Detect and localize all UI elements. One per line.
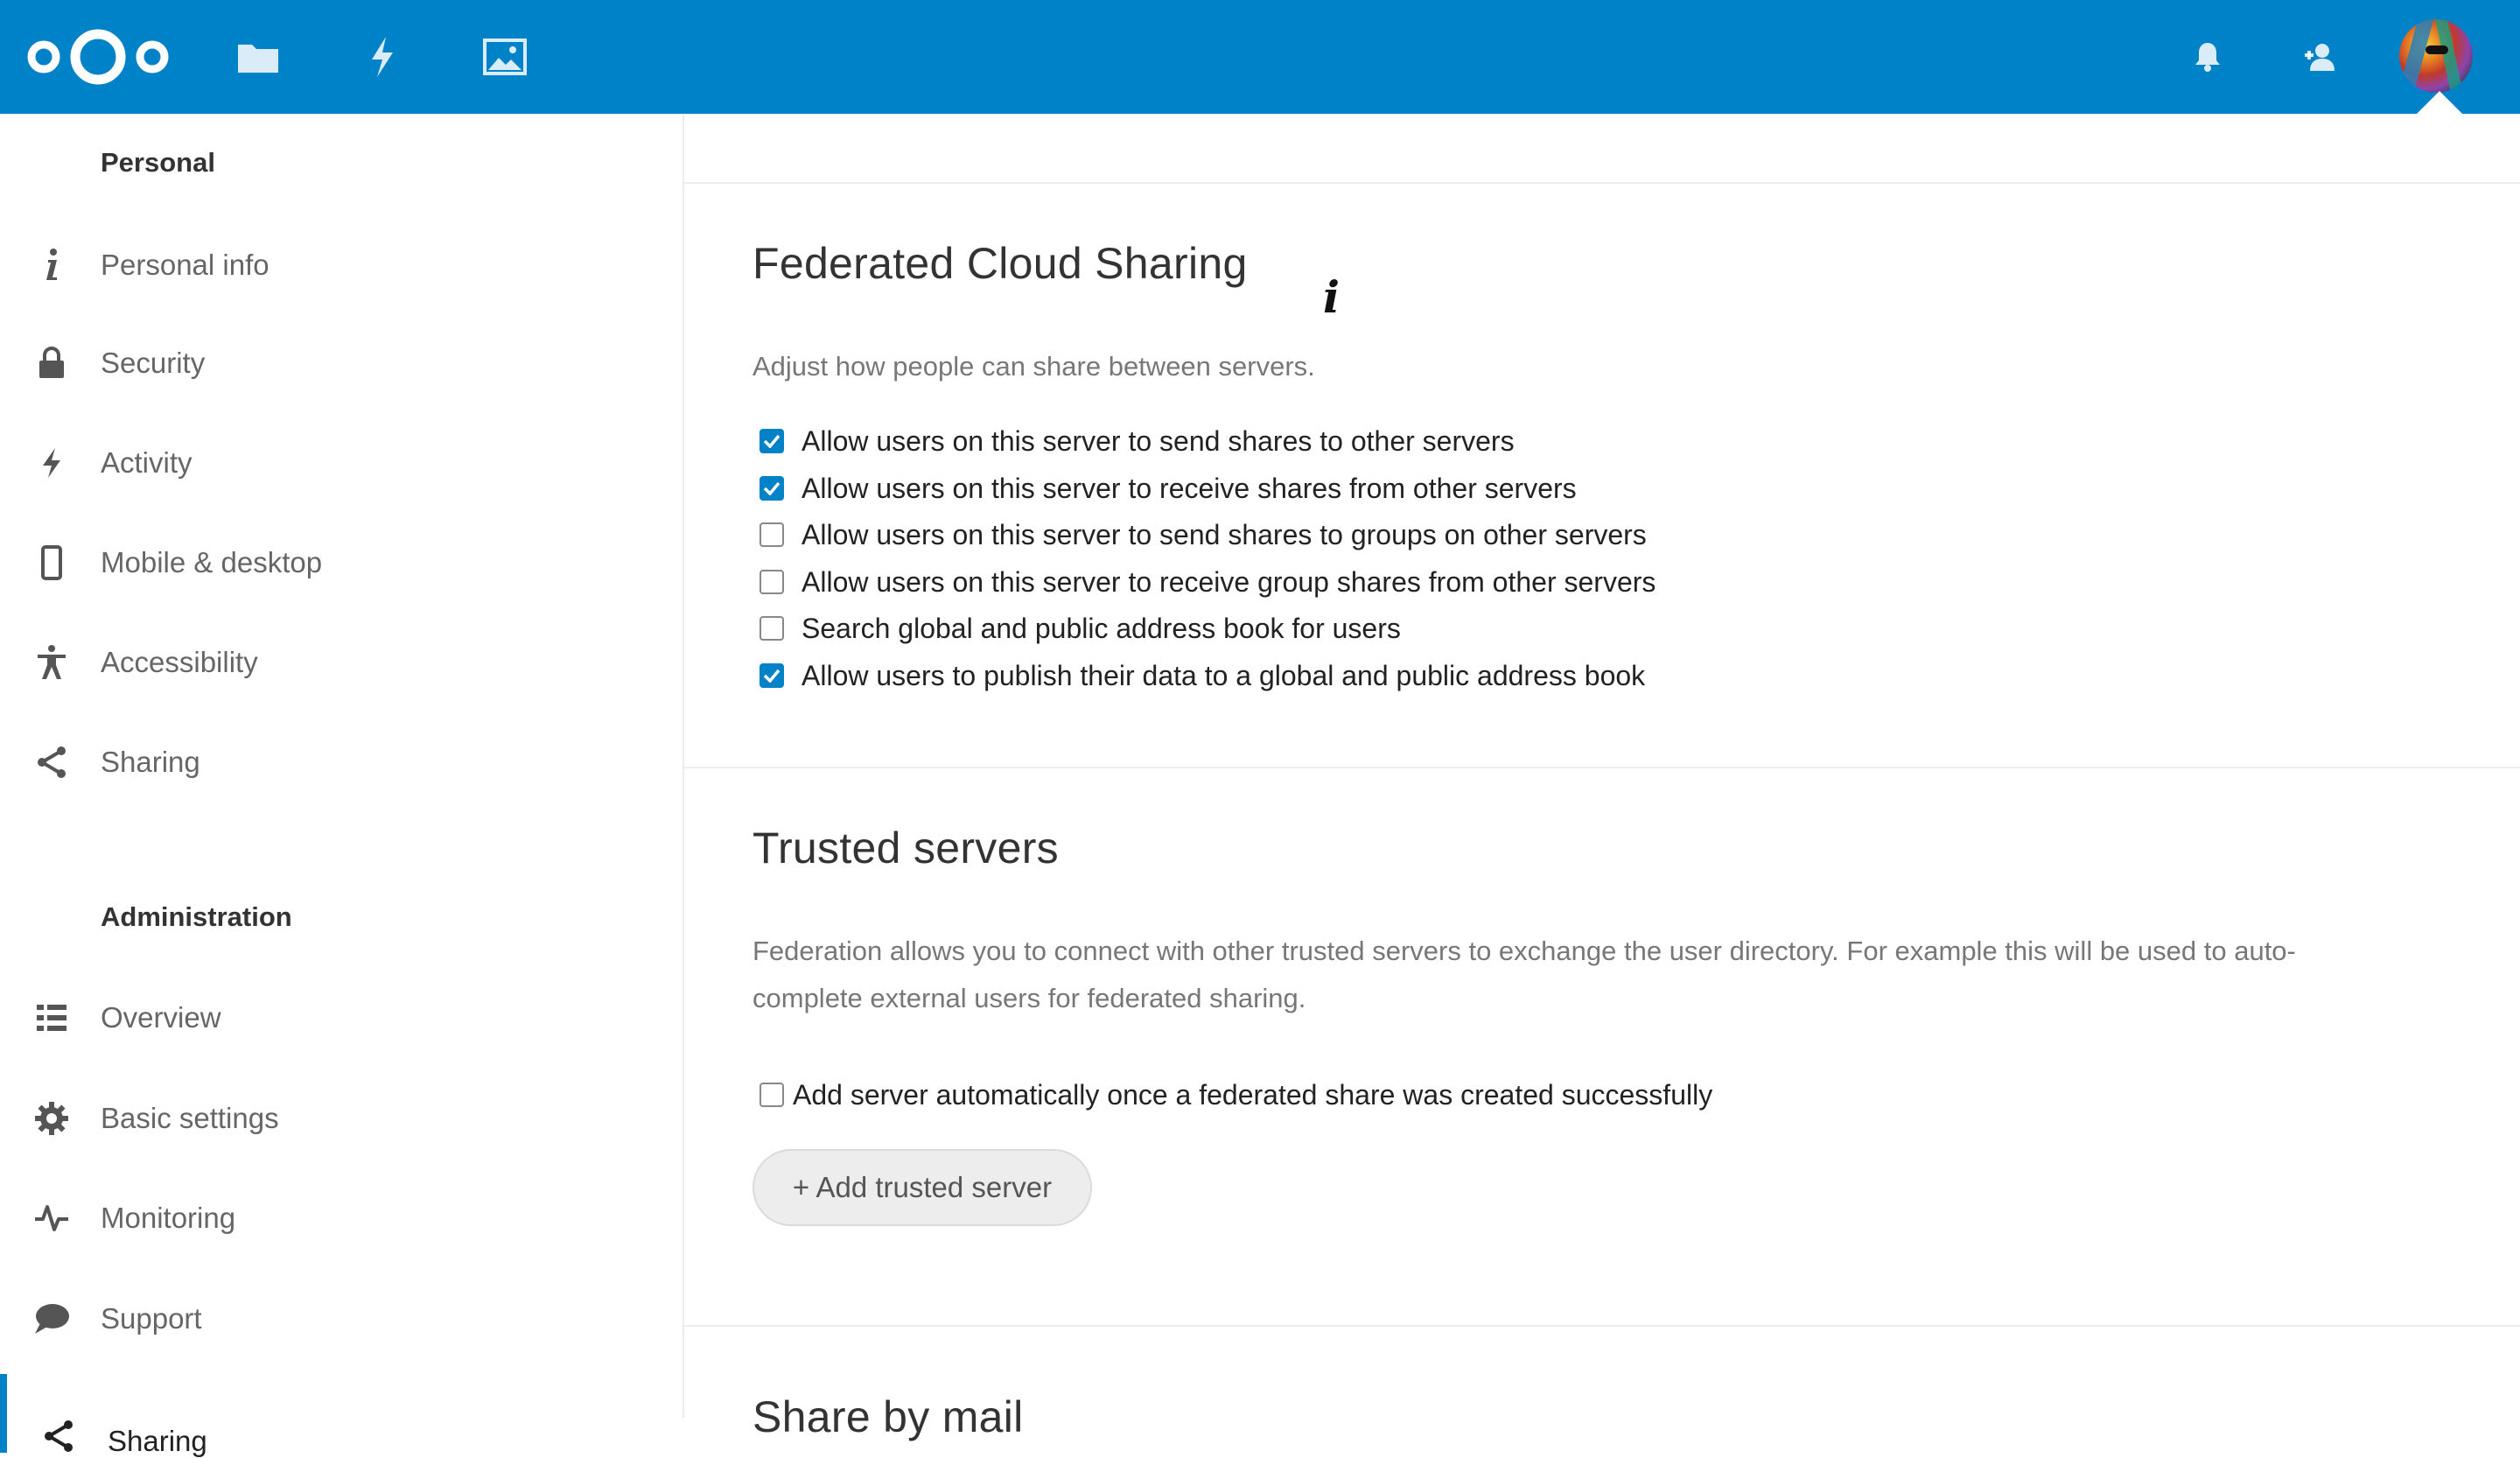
checkbox[interactable]	[760, 570, 784, 594]
sidebar-item-label: Monitoring	[101, 1202, 236, 1234]
folder-icon[interactable]	[234, 33, 282, 81]
phone-icon	[33, 544, 70, 581]
add-trusted-server-button[interactable]: + Add trusted server	[752, 1149, 1092, 1226]
checkbox[interactable]	[760, 616, 784, 641]
sidebar-item-label: Sharing	[108, 1425, 207, 1457]
checkbox[interactable]	[760, 522, 784, 547]
sidebar-item-mobile-desktop[interactable]: Mobile & desktop	[0, 523, 682, 602]
sidebar-item-basic-settings[interactable]: Basic settings	[0, 1079, 682, 1158]
checkbox-label: Allow users to publish their data to a g…	[802, 659, 1646, 691]
bell-icon[interactable]	[2186, 35, 2230, 79]
info-icon[interactable]: i	[1323, 271, 1340, 323]
sidebar-heading-personal: Personal	[101, 147, 215, 178]
lightning-icon[interactable]	[359, 33, 406, 81]
sidebar-item-label: Personal info	[101, 249, 270, 281]
checkbox-receive-group-shares[interactable]: Allow users on this server to receive gr…	[760, 564, 1656, 599]
section-description-trusted-line1: Federation allows you to connect with ot…	[752, 936, 2296, 966]
sidebar-item-sharing-admin[interactable]: Sharing	[0, 1374, 690, 1457]
sidebar-item-support[interactable]: Support	[0, 1279, 682, 1358]
gear-icon	[33, 1100, 70, 1137]
checkbox-auto-add-server[interactable]: Add server automatically once a federate…	[760, 1077, 1712, 1112]
menu-caret	[2417, 91, 2462, 114]
share-icon	[33, 744, 70, 781]
sidebar-item-overview[interactable]: Overview	[0, 978, 682, 1057]
sidebar-item-sharing-personal[interactable]: Sharing	[0, 723, 682, 802]
section-divider	[684, 767, 2520, 768]
list-icon	[33, 999, 70, 1036]
sidebar-item-security[interactable]: Security	[0, 324, 682, 403]
checkbox[interactable]	[760, 663, 784, 688]
avatar[interactable]	[2399, 19, 2473, 93]
contacts-icon[interactable]	[2299, 35, 2342, 79]
settings-sidebar: Personal Personal info Security Activity…	[0, 114, 684, 1457]
section-title-share-by-mail: Share by mail	[752, 1392, 1024, 1441]
section-divider	[684, 1325, 2520, 1327]
checkbox[interactable]	[760, 1083, 784, 1107]
sidebar-item-label: Basic settings	[101, 1102, 279, 1134]
image-icon[interactable]	[481, 33, 528, 81]
sidebar-item-label: Mobile & desktop	[101, 546, 323, 578]
sidebar-item-label: Support	[101, 1302, 202, 1335]
section-description-federated: Adjust how people can share between serv…	[752, 351, 1315, 382]
checkbox-label: Allow users on this server to receive sh…	[802, 472, 1577, 504]
accessibility-icon	[33, 644, 70, 681]
checkbox-publish-address-book[interactable]: Allow users to publish their data to a g…	[760, 658, 1645, 693]
sidebar-item-label: Sharing	[101, 746, 200, 778]
nextcloud-logo-icon[interactable]	[26, 25, 170, 89]
lock-icon	[33, 345, 70, 382]
sidebar-item-activity[interactable]: Activity	[0, 424, 682, 502]
sidebar-item-label: Accessibility	[101, 646, 258, 678]
section-divider	[684, 182, 2520, 184]
lightning-icon	[33, 445, 70, 481]
sidebar-item-personal-info[interactable]: Personal info	[0, 226, 682, 305]
checkbox-label: Allow users on this server to send share…	[802, 424, 1515, 457]
pulse-icon	[33, 1200, 70, 1237]
checkbox-receive-shares[interactable]: Allow users on this server to receive sh…	[760, 471, 1577, 506]
checkbox-send-shares[interactable]: Allow users on this server to send share…	[760, 424, 1515, 459]
sidebar-item-monitoring[interactable]: Monitoring	[0, 1179, 682, 1258]
checkbox-label: Allow users on this server to send share…	[802, 518, 1647, 550]
sidebar-item-accessibility[interactable]: Accessibility	[0, 623, 682, 702]
sidebar-item-label: Activity	[101, 446, 192, 479]
checkbox-label: Add server automatically once a federate…	[793, 1078, 1713, 1111]
share-icon	[40, 1418, 77, 1454]
section-description-trusted-line2: complete external users for federated sh…	[752, 983, 1306, 1013]
sidebar-item-label: Overview	[101, 1001, 221, 1034]
checkbox-label: Search global and public address book fo…	[802, 612, 1401, 644]
section-title-federated: Federated Cloud Sharing	[752, 239, 1248, 288]
top-header	[0, 0, 2520, 114]
settings-main: Federated Cloud Sharing i Adjust how peo…	[684, 114, 2520, 1441]
checkbox-search-address-book[interactable]: Search global and public address book fo…	[760, 611, 1401, 646]
checkbox[interactable]	[760, 476, 784, 501]
info-icon	[33, 247, 70, 284]
section-title-trusted: Trusted servers	[752, 824, 1059, 873]
sidebar-item-label: Security	[101, 347, 206, 379]
chat-icon	[33, 1300, 70, 1337]
checkbox-send-group-shares[interactable]: Allow users on this server to send share…	[760, 517, 1647, 552]
sidebar-heading-administration: Administration	[101, 901, 292, 932]
checkbox-label: Allow users on this server to receive gr…	[802, 565, 1656, 598]
checkbox[interactable]	[760, 429, 784, 453]
